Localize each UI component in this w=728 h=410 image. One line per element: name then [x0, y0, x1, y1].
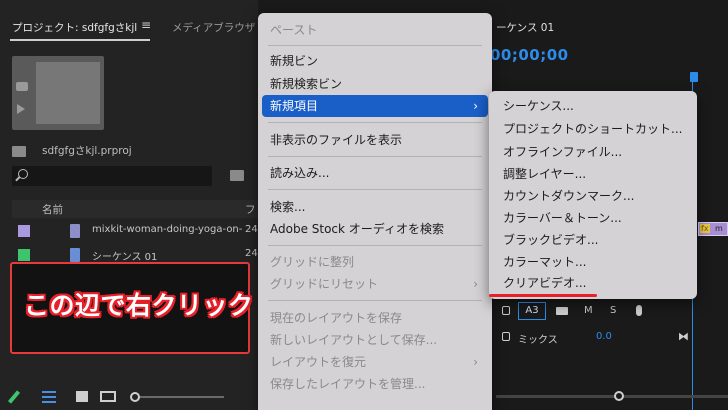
list-header: 名前 フ [12, 200, 258, 218]
menu-separator [268, 189, 482, 190]
zoom-slider[interactable] [130, 392, 224, 402]
tab-media-browser[interactable]: メディアブラウザ [172, 20, 255, 35]
pen-icon[interactable] [7, 390, 21, 404]
menu-separator [268, 45, 482, 46]
track-a3-target[interactable]: A3 [518, 302, 546, 320]
panel-tabs: プロジェクト: sdfgfgさkjl ≡ メディアブラウザ [0, 14, 258, 42]
menu-item-adobe-stock[interactable]: Adobe Stock オーディオを検索 [262, 218, 488, 240]
new-bin-icon[interactable] [230, 170, 244, 181]
timeline-zoom-scrollbar[interactable] [496, 391, 728, 401]
menu-item-import[interactable]: 読み込み... [262, 162, 488, 184]
item-frame-rate: 24 [245, 224, 258, 235]
bowtie-icon[interactable]: ⧓ [678, 330, 689, 343]
scrollbar-knob[interactable] [614, 391, 624, 401]
mix-label: ミックス [518, 335, 558, 346]
menu-item-save-new-layout[interactable]: 新しいレイアウトとして保存... [262, 329, 488, 351]
scrollbar-track[interactable] [496, 395, 728, 398]
chevron-right-icon: › [473, 99, 478, 113]
item-name: シーケンス 01 [92, 252, 158, 263]
context-menu: ペースト 新規ビン 新規検索ビン 新規項目 › 非表示のファイルを表示 読み込み… [258, 13, 492, 410]
annotation-underline [489, 294, 597, 297]
project-file-name: sdfgfgさkjl.prproj [42, 145, 132, 157]
menu-item-align-grid[interactable]: グリッドに整列 [262, 251, 488, 273]
menu-item-restore-layout[interactable]: レイアウトを復元 › [262, 351, 488, 373]
timeline-clip[interactable]: fx m [698, 222, 728, 236]
freeform-view-icon[interactable] [100, 391, 116, 402]
annotation-text: この辺で右クリック [24, 291, 254, 320]
item-name: mixkit-woman-doing-yoga-on- [92, 224, 243, 235]
menu-separator [268, 245, 482, 246]
column-name[interactable]: 名前 [42, 202, 63, 217]
menu-separator [268, 122, 482, 123]
annotation-box: この辺で右クリック [10, 262, 253, 354]
list-item[interactable]: mixkit-woman-doing-yoga-on- 24 [12, 220, 258, 242]
fx-badge: fx [700, 224, 710, 233]
chevron-right-icon: › [473, 355, 478, 369]
submenu-item-transparent-video[interactable]: クリアビデオ... [503, 272, 586, 294]
menu-separator [268, 300, 482, 301]
label-color-swatch[interactable] [18, 249, 30, 261]
menu-item-new-item[interactable]: 新規項目 › [262, 95, 488, 117]
track-a3-header: A3 M S [496, 302, 696, 322]
solo-button[interactable]: S [610, 305, 616, 316]
list-view-icon[interactable] [42, 391, 56, 403]
sequence-tab[interactable]: ーケンス 01 [496, 20, 554, 35]
search-icon [18, 169, 28, 179]
column-frame-rate[interactable]: フ [245, 202, 256, 217]
camera-icon [16, 82, 28, 91]
sync-lock-icon[interactable] [556, 307, 568, 315]
item-frame-rate: 24 [245, 248, 258, 259]
icon-view-icon[interactable] [76, 391, 88, 402]
search-input[interactable] [12, 166, 212, 186]
submenu-item-offline-file[interactable]: オフラインファイル... [503, 141, 622, 163]
project-panel: プロジェクト: sdfgfgさkjl ≡ メディアブラウザ sdfgfgさkjl… [0, 0, 258, 410]
mute-button[interactable]: M [584, 305, 593, 316]
menu-item-restore-layout-label: レイアウトを復元 [270, 355, 367, 369]
project-thumbnail [12, 56, 104, 130]
panel-menu-icon[interactable]: ≡ [141, 18, 151, 32]
menu-item-reset-grid-label: グリッドにリセット [270, 277, 379, 291]
new-item-submenu: シーケンス... プロジェクトのショートカット... オフラインファイル... … [489, 91, 697, 299]
submenu-item-color-matte[interactable]: カラーマット... [503, 251, 586, 273]
menu-item-search[interactable]: 検索... [262, 196, 488, 218]
timecode[interactable]: 00;00;00 [490, 46, 569, 64]
folder-icon [12, 146, 26, 157]
label-color-swatch[interactable] [18, 225, 30, 237]
menu-item-new-bin[interactable]: 新規ビン [262, 50, 488, 72]
microphone-icon[interactable] [636, 305, 642, 316]
thumbnail-preview [36, 62, 100, 124]
menu-item-manage-layouts[interactable]: 保存したレイアウトを管理... [262, 373, 488, 395]
menu-item-save-layout[interactable]: 現在のレイアウトを保存 [262, 307, 488, 329]
submenu-item-project-shortcut[interactable]: プロジェクトのショートカット... [503, 118, 682, 140]
submenu-item-sequence[interactable]: シーケンス... [503, 95, 574, 117]
lock-icon[interactable] [502, 306, 510, 315]
submenu-item-adjustment-layer[interactable]: 調整レイヤー... [503, 163, 586, 185]
submenu-item-countdown[interactable]: カウントダウンマーク... [503, 185, 634, 207]
clip-icon [70, 224, 80, 238]
sequence-icon [70, 248, 80, 262]
menu-item-paste[interactable]: ペースト [262, 19, 488, 41]
menu-item-reset-grid[interactable]: グリッドにリセット › [262, 273, 488, 295]
chevron-right-icon: › [473, 277, 478, 291]
zoom-slider-knob[interactable] [130, 392, 140, 402]
tab-project-underline [10, 39, 150, 41]
submenu-item-bars-tone[interactable]: カラーバー＆トーン... [503, 207, 622, 229]
menu-item-show-hidden[interactable]: 非表示のファイルを表示 [262, 129, 488, 151]
tab-project[interactable]: プロジェクト: sdfgfgさkjl [12, 20, 137, 35]
menu-item-new-search-bin[interactable]: 新規検索ビン [262, 73, 488, 95]
project-bottom-toolbar [0, 386, 258, 410]
mix-volume-value[interactable]: 0.0 [596, 331, 612, 342]
menu-separator [268, 156, 482, 157]
mix-track-header: ミックス 0.0 ⧓ [496, 328, 728, 348]
lock-icon[interactable] [502, 332, 510, 341]
clip-label: m [715, 224, 723, 233]
submenu-item-black-video[interactable]: ブラックビデオ... [503, 229, 598, 251]
menu-item-new-item-label: 新規項目 [270, 99, 319, 113]
play-icon[interactable] [17, 104, 25, 114]
